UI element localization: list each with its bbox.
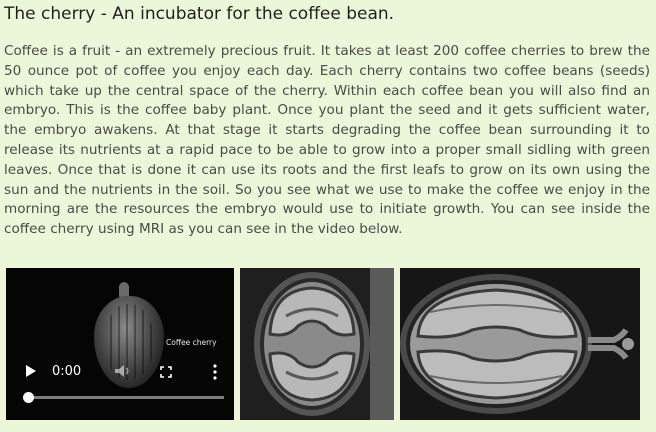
mri-longitudinal-section-image	[400, 268, 640, 420]
article-body: Coffee is a fruit - an extremely preciou…	[4, 43, 650, 238]
media-row: Coffee cherry 0:00	[0, 268, 656, 420]
article-title: The cherry - An incubator for the coffee…	[4, 4, 395, 24]
video-progress-track[interactable]	[28, 396, 224, 399]
volume-icon[interactable]	[114, 364, 132, 378]
fullscreen-icon[interactable]	[160, 366, 172, 378]
play-icon[interactable]	[26, 365, 36, 377]
video-overlay-label: Coffee cherry	[166, 338, 217, 347]
video-player[interactable]: Coffee cherry 0:00	[6, 268, 234, 420]
video-progress-handle[interactable]	[23, 392, 34, 403]
mri-cross-section-image	[240, 268, 394, 420]
more-options-icon[interactable]	[213, 364, 217, 380]
video-time: 0:00	[52, 364, 82, 379]
